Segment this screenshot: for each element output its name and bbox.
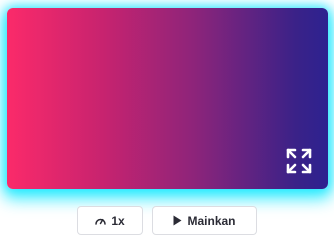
- animation-stage: [7, 8, 328, 189]
- play-label: Mainkan: [187, 213, 236, 228]
- play-button[interactable]: Mainkan: [152, 206, 257, 235]
- fullscreen-button[interactable]: [285, 147, 313, 175]
- speedometer-icon: [95, 216, 107, 225]
- play-icon: [173, 215, 182, 226]
- player-controls: 1x Mainkan: [0, 206, 334, 237]
- fullscreen-icon: [285, 147, 313, 175]
- speed-label: 1x: [111, 213, 125, 228]
- speed-button[interactable]: 1x: [77, 206, 143, 235]
